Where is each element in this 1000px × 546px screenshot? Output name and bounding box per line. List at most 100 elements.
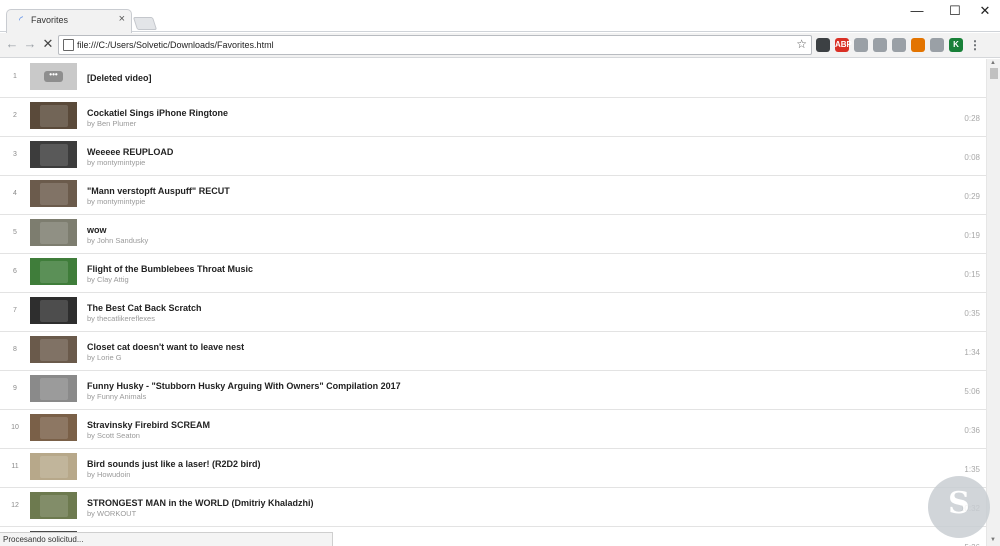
video-author: by Scott Seaton (87, 431, 140, 440)
video-index: 10 (11, 424, 19, 431)
video-index: 2 (13, 112, 17, 119)
scroll-up-icon[interactable]: ▲ (990, 60, 996, 66)
weather-extension-icon[interactable] (816, 38, 830, 52)
video-author: by montymintypie (87, 158, 146, 167)
video-title[interactable]: The Best Cat Back Scratch (87, 303, 202, 313)
new-tab-button[interactable] (132, 17, 158, 30)
video-title[interactable]: "Mann verstopft Auspuff" RECUT (87, 186, 230, 196)
video-thumbnail[interactable] (30, 102, 77, 129)
adblock-extension-icon[interactable]: ABP (835, 38, 852, 52)
solvetic-watermark-logo: S (928, 476, 990, 538)
back-button[interactable]: ← (3, 36, 21, 51)
video-title[interactable]: Cockatiel Sings iPhone Ringtone (87, 108, 228, 118)
video-index: 1 (13, 73, 17, 80)
video-row[interactable]: 2 Cockatiel Sings iPhone Ringtone by Ben P… (0, 98, 986, 137)
url-text[interactable]: file:///C:/Users/Solvetic/Downloads/Favo… (77, 40, 274, 50)
video-title[interactable]: Funny Husky - "Stubborn Husky Arguing Wi… (87, 381, 401, 391)
thumbnail-image (40, 144, 68, 166)
thumbnail-image (40, 378, 68, 400)
video-title[interactable]: wow (87, 225, 107, 235)
loading-icon: ◜ (19, 15, 23, 26)
copy-extension-icon[interactable] (854, 38, 868, 52)
video-title[interactable]: STRONGEST MAN in the WORLD (Dmitriy Khal… (87, 498, 314, 508)
video-index: 7 (13, 307, 17, 314)
video-row[interactable]: 10 Stravinsky Firebird SCREAM by Scott Sea… (0, 410, 986, 449)
thumbnail-image (40, 417, 68, 439)
thumbnail-image (40, 261, 68, 283)
title-bar: ◜ Favorites × — ☐ ✕ (0, 0, 1000, 33)
video-author: by WORKOUT (87, 509, 137, 518)
video-duration: 0:15 (964, 270, 980, 279)
video-thumbnail[interactable] (30, 492, 77, 519)
video-duration: 5:06 (964, 387, 980, 396)
video-thumbnail[interactable] (30, 297, 77, 324)
video-thumbnail[interactable] (30, 414, 77, 441)
close-tab-icon[interactable]: × (119, 13, 125, 25)
video-author: by Ben Plumer (87, 119, 137, 128)
video-duration: 0:28 (964, 114, 980, 123)
close-window-button[interactable]: ✕ (970, 3, 1000, 19)
pages-extension-icon[interactable] (873, 38, 887, 52)
video-duration: 0:08 (964, 153, 980, 162)
address-bar[interactable]: file:///C:/Users/Solvetic/Downloads/Favo… (58, 35, 812, 55)
video-list: 1 ••• [Deleted video] 2 Cockatiel Sings iPho… (0, 59, 986, 546)
video-thumbnail[interactable] (30, 453, 77, 480)
video-row[interactable]: 8 Closet cat doesn't want to leave nest by… (0, 332, 986, 371)
status-bubble: Procesando solicitud... (0, 532, 333, 546)
video-title[interactable]: Weeeee REUPLOAD (87, 147, 173, 157)
k-extension-icon[interactable]: K (949, 38, 963, 52)
video-thumbnail[interactable] (30, 219, 77, 246)
video-author: by Funny Animals (87, 392, 147, 401)
minimize-button[interactable]: — (902, 3, 932, 18)
video-row[interactable]: 1 ••• [Deleted video] (0, 59, 986, 98)
thumbnail-image (40, 222, 68, 244)
video-row[interactable]: 7 The Best Cat Back Scratch by thecatliker… (0, 293, 986, 332)
thumbnail-image (40, 183, 68, 205)
video-author: by Lorie G (87, 353, 122, 362)
tools-extension-icon[interactable] (911, 38, 925, 52)
video-thumbnail[interactable] (30, 375, 77, 402)
video-row[interactable]: 4 "Mann verstopft Auspuff" RECUT by montym… (0, 176, 986, 215)
video-duration: 0:29 (964, 192, 980, 201)
vertical-scrollbar[interactable]: ▲ ▼ (986, 59, 1000, 546)
video-row[interactable]: 3 Weeeee REUPLOAD by montymintypie 0:08 (0, 137, 986, 176)
watermark-letter: S (948, 486, 970, 521)
video-row[interactable]: 11 Bird sounds just like a laser! (R2D2 b… (0, 449, 986, 488)
video-index: 3 (13, 151, 17, 158)
stop-loading-button[interactable]: ✕ (39, 36, 57, 52)
browser-toolbar: ← → ✕ file:///C:/Users/Solvetic/Download… (0, 33, 1000, 58)
video-index: 12 (11, 502, 19, 509)
maximize-button[interactable]: ☐ (940, 3, 970, 19)
video-thumbnail[interactable] (30, 141, 77, 168)
deleted-video-thumbnail[interactable]: ••• (30, 63, 77, 90)
thumbnail-image (40, 456, 68, 478)
tag-extension-icon[interactable] (892, 38, 906, 52)
video-row[interactable]: 6 Flight of the Bumblebees Throat Music by… (0, 254, 986, 293)
video-index: 5 (13, 229, 17, 236)
video-row[interactable]: 12 STRONGEST MAN in the WORLD (Dmitriy Kh… (0, 488, 986, 527)
video-thumbnail[interactable] (30, 258, 77, 285)
scroll-down-icon[interactable]: ▼ (990, 537, 996, 543)
bookmark-star-icon[interactable]: ☆ (796, 37, 807, 51)
video-title[interactable]: Stravinsky Firebird SCREAM (87, 420, 210, 430)
forward-button[interactable]: → (21, 36, 39, 51)
video-title[interactable]: Bird sounds just like a laser! (R2D2 bir… (87, 459, 261, 469)
video-author: by John Sandusky (87, 236, 149, 245)
video-title[interactable]: Closet cat doesn't want to leave nest (87, 342, 244, 352)
filter-extension-icon[interactable] (930, 38, 944, 52)
more-icon: ••• (44, 71, 63, 82)
video-index: 9 (13, 385, 17, 392)
scrollbar-thumb[interactable] (990, 68, 998, 79)
video-thumbnail[interactable] (30, 180, 77, 207)
video-index: 8 (13, 346, 17, 353)
video-thumbnail[interactable] (30, 336, 77, 363)
thumbnail-image (40, 339, 68, 361)
video-index: 6 (13, 268, 17, 275)
video-duration: 1:35 (964, 465, 980, 474)
video-row[interactable]: 9 Funny Husky - "Stubborn Husky Arguing W… (0, 371, 986, 410)
video-title[interactable]: [Deleted video] (87, 73, 152, 83)
tab-favorites[interactable]: ◜ Favorites × (6, 9, 132, 33)
menu-icon[interactable]: ⋮ (968, 38, 982, 52)
video-title[interactable]: Flight of the Bumblebees Throat Music (87, 264, 253, 274)
video-row[interactable]: 5 wow by John Sandusky 0:19 (0, 215, 986, 254)
